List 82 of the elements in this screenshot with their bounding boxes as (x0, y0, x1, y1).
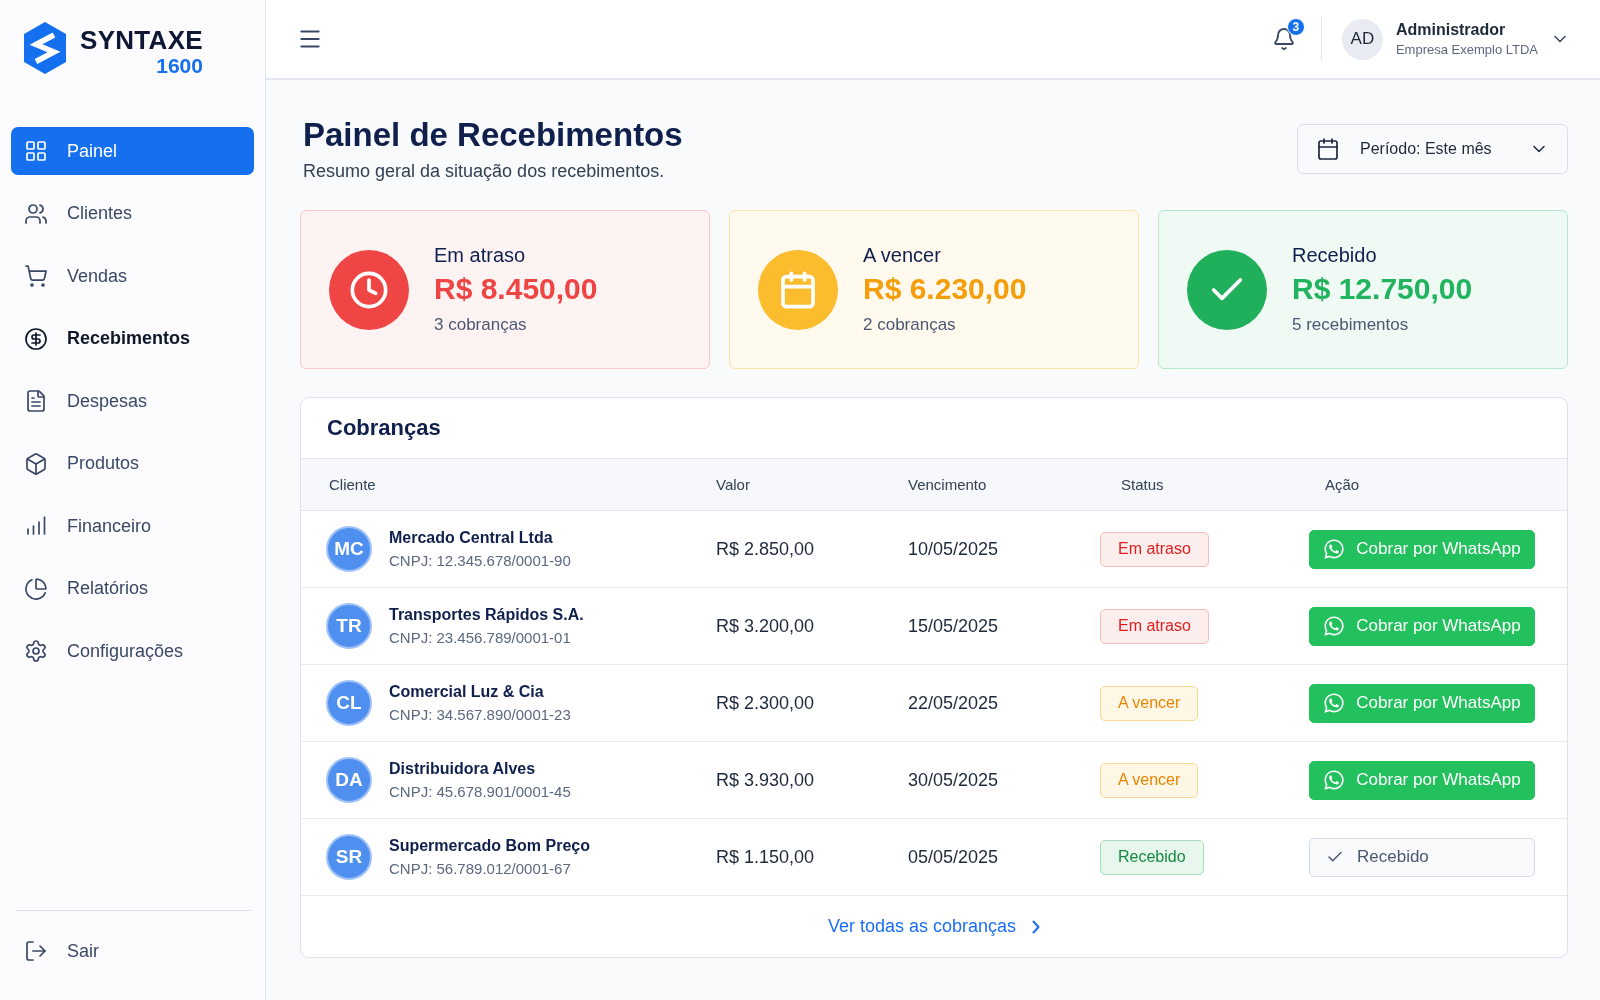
amount-cell-text: R$ 2.300,00 (715, 692, 816, 714)
amount-cell-text: R$ 3.930,00 (715, 769, 816, 791)
card-detail: 3 cobranças (434, 314, 528, 336)
box-icon (24, 451, 48, 476)
brand-number: 1600 (156, 54, 203, 78)
client-avatar: SR (326, 834, 372, 880)
client-document: CNPJ: 45.678.901/0001-45 (389, 783, 571, 800)
status-badge: A vencer (1100, 762, 1199, 798)
chevron-right-icon (1032, 919, 1041, 934)
client-avatar: DA (326, 757, 372, 803)
card-amount: R$ 6.230,00 (863, 271, 1027, 307)
page-title: Painel de Recebimentos (303, 115, 683, 155)
company-name: Empresa Exemplo LTDA (1395, 42, 1538, 57)
settings-icon (24, 639, 48, 663)
card-detail: 5 recebimentos (1292, 314, 1410, 336)
client-name: Mercado Central Ltda (389, 529, 554, 547)
users-icon (24, 201, 48, 226)
bar-chart-icon (24, 514, 48, 538)
nav-item[interactable]: Relatórios (11, 564, 254, 613)
card-detail: 2 cobranças (863, 314, 957, 336)
status-badge: Em atraso (1100, 531, 1209, 567)
column-header: Valor (716, 476, 751, 493)
nav-item[interactable]: Despesas (11, 377, 254, 425)
chat-phone-icon (1323, 615, 1346, 637)
logout-icon (24, 939, 48, 963)
calendar-icon (1316, 137, 1340, 161)
card-label: A vencer (863, 243, 942, 268)
column-header: Status (1120, 476, 1165, 493)
nav-item[interactable]: Configurações (11, 627, 254, 675)
dollar-circle-icon (24, 326, 48, 351)
due-date-cell-text: 15/05/2025 (907, 615, 1000, 637)
view-all-link[interactable]: Ver todas as cobranças (827, 916, 1041, 937)
client-name: Comercial Luz & Cia (389, 683, 545, 701)
due-date-cell-text: 05/05/2025 (907, 846, 1000, 868)
client-name: Distribuidora Alves (389, 760, 537, 778)
client-name: Supermercado Bom Preço (389, 837, 590, 855)
amount-cell-text: R$ 1.150,00 (715, 846, 816, 868)
client-document: CNPJ: 23.456.789/0001-01 (389, 629, 572, 646)
client-document: CNPJ: 12.345.678/0001-90 (389, 552, 571, 569)
due-date-cell-text: 22/05/2025 (907, 692, 1000, 714)
user-avatar[interactable]: AD (1341, 18, 1383, 60)
hexagon-logo-icon (24, 22, 66, 74)
client-document: CNPJ: 34.567.890/0001-23 (389, 706, 571, 723)
user-name: Administrador (1395, 21, 1507, 39)
column-header: Ação (1324, 476, 1361, 493)
nav-item[interactable]: Vendas (11, 252, 254, 300)
due-date-cell-text: 30/05/2025 (907, 769, 1000, 791)
card-amount: R$ 8.450,00 (434, 271, 598, 307)
client-document: CNPJ: 56.789.012/0001-67 (389, 860, 572, 877)
chat-phone-icon (1323, 692, 1346, 714)
chat-phone-icon (1323, 769, 1346, 791)
received-button[interactable]: Recebido (1309, 837, 1535, 877)
card-label: Recebido (1292, 243, 1378, 268)
nav-item[interactable]: Financeiro (11, 502, 254, 550)
amount-cell-text: R$ 2.850,00 (715, 538, 816, 560)
page-subtitle: Resumo geral da situação dos recebimentos. (303, 160, 666, 183)
due-date-cell-text: 10/05/2025 (907, 538, 1000, 560)
client-name: Transportes Rápidos S.A. (389, 606, 584, 624)
pie-chart-icon (24, 576, 48, 601)
nav-item[interactable]: Produtos (11, 439, 254, 488)
chat-phone-icon (1323, 538, 1346, 560)
grid-icon (24, 139, 48, 163)
logout-item[interactable]: Sair (11, 927, 254, 975)
column-header: Cliente (329, 476, 377, 493)
client-avatar: CL (326, 680, 372, 726)
client-avatar: MC (326, 526, 372, 572)
nav-item[interactable]: Recebimentos (11, 314, 254, 363)
nav-item[interactable]: Painel (11, 127, 254, 175)
cart-icon (24, 264, 48, 288)
status-badge: Recebido (1100, 839, 1204, 875)
nav-item[interactable]: Clientes (11, 189, 254, 238)
amount-cell-text: R$ 3.200,00 (715, 615, 816, 637)
column-header: Vencimento (908, 476, 988, 493)
brand-name: SYNTAXE (80, 26, 203, 54)
client-avatar: TR (326, 603, 372, 649)
card-label: Em atraso (434, 243, 527, 268)
status-badge: A vencer (1100, 685, 1199, 721)
card-amount: R$ 12.750,00 (1292, 271, 1473, 307)
period-dropdown[interactable]: Período: Este mês (1297, 124, 1568, 174)
notification-badge: 3 (1286, 18, 1305, 36)
document-icon (24, 389, 48, 413)
status-badge: Em atraso (1100, 608, 1209, 644)
